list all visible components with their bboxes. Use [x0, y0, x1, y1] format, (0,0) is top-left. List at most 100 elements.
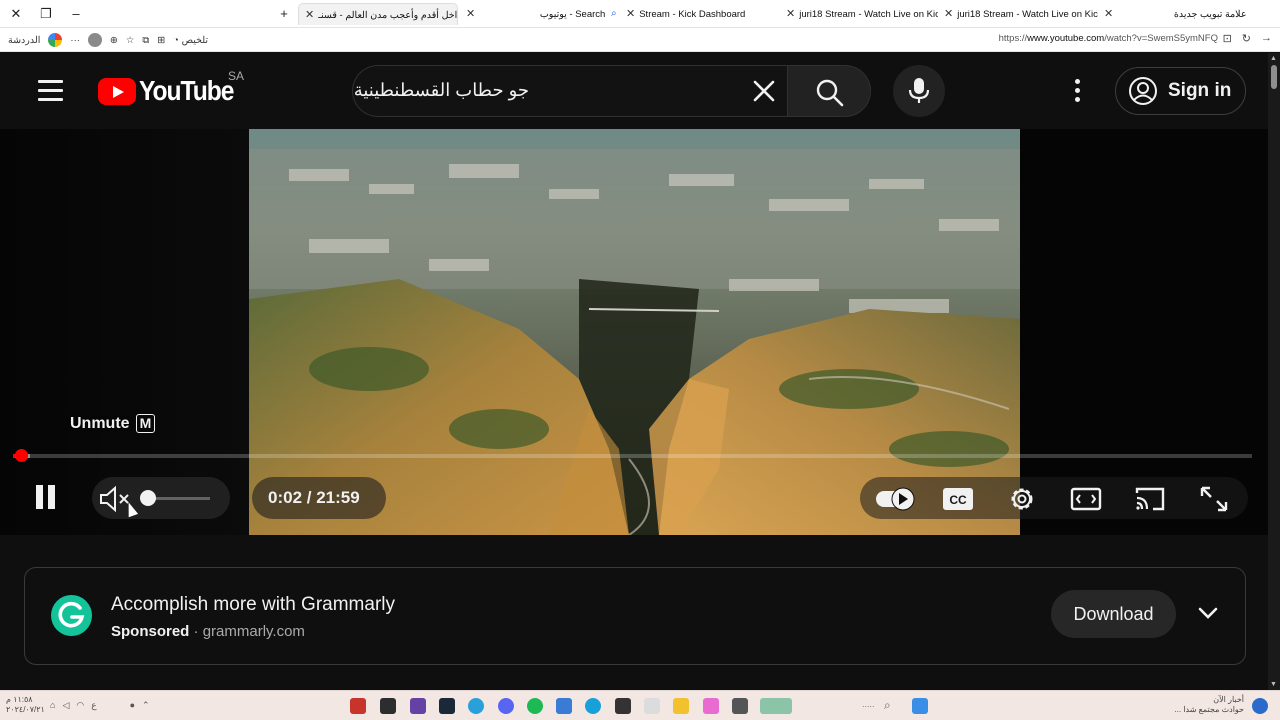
taskbar-clock[interactable]: ١١:٥٨ م ٢٠٢٤/٠٧/٢١: [6, 695, 45, 715]
taskbar-edge-icon[interactable]: [585, 698, 601, 714]
summarize-button[interactable]: ◔ تلخيص: [173, 35, 208, 46]
taskbar-discord-icon[interactable]: [498, 698, 514, 714]
tab-title: juri18 Stream - Watch Live on Kick: [957, 9, 1098, 20]
taskbar-telegram-icon[interactable]: [468, 698, 484, 714]
taskbar-epic-games-icon[interactable]: [615, 698, 631, 714]
wifi-icon[interactable]: ◠: [76, 700, 84, 711]
copilot-icon[interactable]: [48, 33, 63, 47]
chevron-down-icon[interactable]: [1197, 602, 1219, 624]
tab-youtube-search[interactable]: ✕ يوتيوب - Search ⌕: [460, 3, 620, 25]
chrome-tray-icon[interactable]: ●: [130, 700, 135, 711]
window-minimize-icon[interactable]: –: [68, 6, 84, 22]
scroll-up-arrow-icon[interactable]: ▲: [1270, 55, 1277, 62]
tab-close-icon[interactable]: ✕: [944, 3, 953, 25]
progress-scrubber-handle[interactable]: [15, 449, 28, 462]
tab-youtube-video[interactable]: ✕ داخل أقدم وأعجب مدن العالم - قسنـ: [298, 3, 458, 25]
tab-close-icon[interactable]: ✕: [786, 3, 795, 25]
volume-icon[interactable]: ◁: [62, 700, 69, 711]
closed-captions-icon[interactable]: CC: [942, 484, 974, 514]
search-input[interactable]: جو حطاب القسطنطينية: [352, 65, 787, 117]
volume-control[interactable]: [92, 477, 230, 519]
tab-new-tab[interactable]: ✕ علامة تبويب جديدة: [1098, 3, 1250, 25]
scrollbar-thumb[interactable]: [1271, 65, 1277, 89]
pause-button[interactable]: [34, 485, 56, 511]
network-icon[interactable]: ⌂: [50, 700, 55, 711]
volume-slider-thumb[interactable]: [140, 490, 156, 506]
tab-close-icon[interactable]: ✕: [305, 4, 314, 25]
taskbar-file-explorer-icon[interactable]: [673, 698, 689, 714]
video-frame-aerial-city-gorge[interactable]: [249, 129, 1020, 535]
tab-kick-stream-1[interactable]: ✕ juri18 Stream - Watch Live on Kick: [780, 3, 938, 25]
search-button[interactable]: [787, 65, 871, 117]
tab-close-icon[interactable]: ✕: [626, 3, 635, 25]
settings-kebab-icon[interactable]: [1066, 79, 1088, 105]
taskbar-app-icon-2[interactable]: [732, 698, 748, 714]
tab-kick-dashboard[interactable]: ✕ Stream - Kick Dashboard: [620, 3, 778, 25]
new-tab-plus-icon[interactable]: +: [276, 6, 292, 22]
more-icon[interactable]: ···: [70, 35, 80, 46]
url-field[interactable]: https://www.youtube.com/watch?v=SwemS5ym…: [999, 33, 1218, 44]
language-icon[interactable]: ع: [91, 700, 96, 711]
collections-icon[interactable]: ⊕: [110, 35, 118, 46]
news-widget-icon[interactable]: [1252, 698, 1268, 714]
taskbar-steam-icon[interactable]: [439, 698, 455, 714]
tab-close-icon[interactable]: ✕: [466, 3, 475, 25]
news-widget[interactable]: أخبار الآن حوادث مجتمع شدا ...: [1174, 695, 1244, 715]
cast-icon[interactable]: [1134, 484, 1166, 514]
url-path: /watch?v=SwemS5ymNFQ: [1104, 33, 1218, 44]
news-widget-title: أخبار الآن: [1213, 695, 1244, 704]
favorites-icon[interactable]: ☆: [126, 35, 135, 46]
youtube-logo[interactable]: YouTube SA: [98, 69, 246, 107]
system-tray: ⌂ ◁ ◠ ع ● ⌃: [50, 700, 150, 711]
scroll-down-arrow-icon[interactable]: ▼: [1270, 681, 1277, 688]
ad-download-button[interactable]: Download: [1051, 590, 1176, 638]
tab-title: juri18 Stream - Watch Live on Kick: [799, 9, 938, 20]
extensions-icon[interactable]: ⊞: [157, 35, 165, 46]
clear-search-icon[interactable]: [751, 78, 777, 104]
taskbar-app-icon-3[interactable]: [760, 698, 792, 714]
back-icon[interactable]: →: [1261, 32, 1272, 45]
time-display-text: 0:02 / 21:59: [268, 488, 360, 507]
menu-hamburger-icon[interactable]: [38, 80, 63, 102]
tab-title: يوتيوب - Search: [539, 9, 606, 20]
tray-overflow-icon[interactable]: ⌃: [142, 700, 150, 711]
settings-gear-icon[interactable]: [1006, 484, 1038, 514]
progress-bar[interactable]: [13, 449, 1252, 462]
sign-in-button[interactable]: Sign in: [1115, 67, 1246, 115]
voice-search-button[interactable]: [893, 65, 945, 117]
ad-title[interactable]: Accomplish more with Grammarly: [111, 594, 395, 616]
taskbar-copilot-icon[interactable]: [703, 698, 719, 714]
page-scrollbar[interactable]: ▲ ▼: [1268, 53, 1280, 690]
youtube-wordmark: YouTube: [139, 75, 234, 106]
windows-start-icon[interactable]: [912, 698, 928, 714]
taskbar-spotify-icon[interactable]: [527, 698, 543, 714]
split-screen-icon[interactable]: ⧉: [142, 35, 149, 46]
sign-in-label: Sign in: [1168, 80, 1232, 101]
profile-avatar[interactable]: [87, 33, 102, 47]
tab-kick-stream-2[interactable]: ✕ juri18 Stream - Watch Live on Kick: [938, 3, 1098, 25]
taskbar-store-icon[interactable]: [644, 698, 660, 714]
theater-mode-icon[interactable]: [1070, 484, 1102, 514]
chat-label[interactable]: الدردشة: [8, 35, 40, 46]
tab-close-icon[interactable]: ✕: [1104, 3, 1113, 25]
taskbar-mail-icon[interactable]: [556, 698, 572, 714]
fullscreen-icon[interactable]: [1198, 484, 1230, 514]
sponsored-ad-card[interactable]: Accomplish more with Grammarly Sponsored…: [24, 567, 1246, 665]
grammarly-logo-icon: [51, 595, 92, 636]
taskbar-twitch-icon[interactable]: [410, 698, 426, 714]
video-player[interactable]: Unmute M 0:02 / 21:59 CC: [0, 129, 1268, 535]
window-close-icon[interactable]: ✕: [8, 6, 24, 22]
clock-date: ٢٠٢٤/٠٧/٢١: [6, 705, 45, 714]
window-restore-icon[interactable]: ❐: [38, 6, 54, 22]
taskbar-epic-icon[interactable]: [380, 698, 396, 714]
refresh-icon[interactable]: ↻: [1242, 32, 1251, 45]
taskbar-app-icon-1[interactable]: [350, 698, 366, 714]
browser-tab-strip: ✕ ❐ – + ✕ داخل أقدم وأعجب مدن العالم - قس…: [0, 0, 1280, 28]
unmute-toast[interactable]: Unmute M: [70, 414, 156, 433]
lock-icon[interactable]: ⊡: [1223, 32, 1232, 45]
autoplay-toggle-icon[interactable]: [874, 484, 916, 514]
summarize-label: تلخيص: [181, 34, 208, 46]
meta-separator: ·: [193, 623, 199, 640]
taskbar-search-icon[interactable]: ⌕: [884, 698, 891, 713]
taskbar-search-dots[interactable]: .....: [862, 699, 875, 709]
